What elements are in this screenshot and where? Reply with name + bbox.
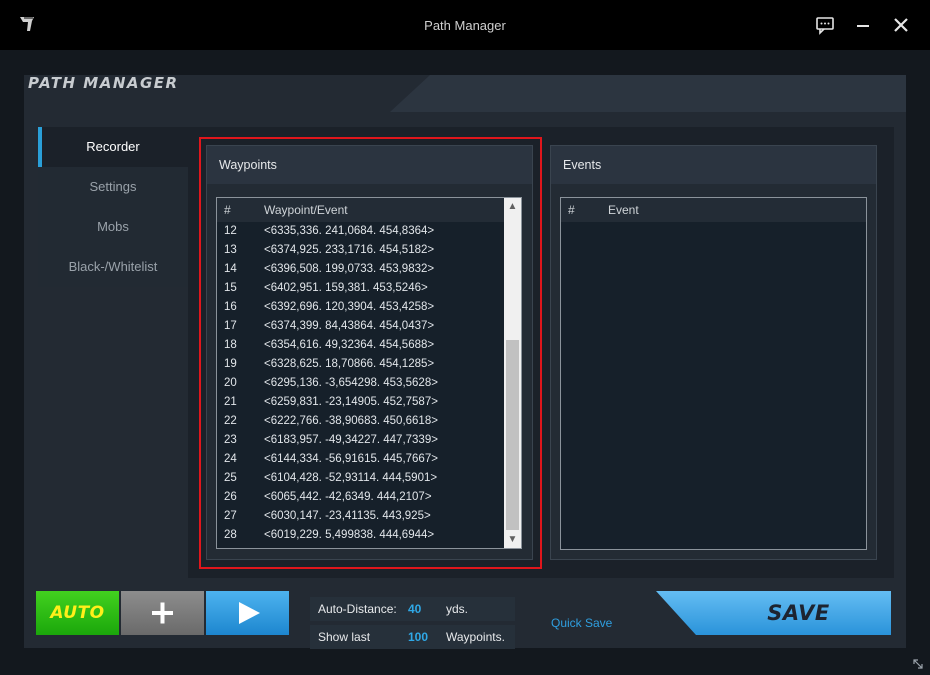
side-nav: Recorder Settings Mobs Black-/Whitelist xyxy=(38,127,188,287)
auto-button[interactable]: AUTO xyxy=(36,591,119,635)
auto-distance-unit: yds. xyxy=(446,602,469,616)
nav-item-mobs[interactable]: Mobs xyxy=(38,207,188,247)
show-last-setting: Show last 100 Waypoints. xyxy=(310,625,515,649)
close-icon[interactable] xyxy=(890,14,912,36)
auto-distance-label: Auto-Distance: xyxy=(318,602,397,616)
nav-item-settings[interactable]: Settings xyxy=(38,167,188,207)
events-list-header: # Event xyxy=(561,198,866,222)
plus-icon xyxy=(152,602,173,624)
events-col-index: # xyxy=(568,203,575,217)
play-button[interactable] xyxy=(206,591,289,635)
window-title: Path Manager xyxy=(424,18,506,33)
show-last-value[interactable]: 100 xyxy=(408,630,428,644)
nav-item-blacklist-whitelist[interactable]: Black-/Whitelist xyxy=(38,247,188,287)
resize-grip-icon[interactable] xyxy=(912,658,924,670)
quick-save-link[interactable]: Quick Save xyxy=(551,616,612,630)
show-last-label: Show last xyxy=(318,630,371,644)
events-title: Events xyxy=(551,146,876,184)
add-waypoint-button[interactable] xyxy=(121,591,204,635)
nav-item-recorder[interactable]: Recorder xyxy=(38,127,188,167)
events-col-value: Event xyxy=(608,203,639,217)
page-title: PATH MANAGER xyxy=(28,74,179,92)
auto-distance-setting: Auto-Distance: 40 yds. xyxy=(310,597,515,621)
save-button[interactable]: SAVE xyxy=(656,591,891,635)
title-bar: Path Manager xyxy=(0,0,930,50)
show-last-unit: Waypoints. xyxy=(446,630,505,644)
highlight-outline xyxy=(199,137,542,569)
minimize-icon[interactable] xyxy=(852,14,874,36)
play-icon xyxy=(239,602,260,624)
feedback-icon[interactable] xyxy=(814,14,836,36)
save-label: SAVE xyxy=(767,601,830,625)
auto-distance-value[interactable]: 40 xyxy=(408,602,421,616)
header-decoration xyxy=(390,75,906,112)
events-list[interactable]: # Event xyxy=(560,197,867,550)
